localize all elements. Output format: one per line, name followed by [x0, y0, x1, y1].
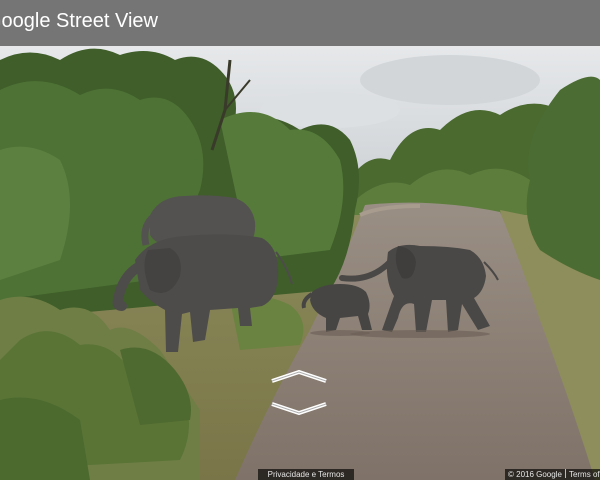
chevron-up-icon: [271, 369, 327, 383]
privacy-terms-link[interactable]: Privacidade e Termos: [258, 469, 354, 480]
footer-separator: [564, 469, 566, 478]
street-view-panorama[interactable]: [0, 46, 600, 480]
app-title: Google Street View: [0, 10, 158, 32]
forward-arrow[interactable]: [270, 369, 328, 383]
chevron-down-icon: [271, 402, 327, 416]
copyright-text: © 2016 Google: [508, 470, 562, 479]
backward-arrow[interactable]: [270, 402, 328, 416]
copyright-bar: © 2016 Google Terms of U: [505, 469, 600, 480]
title-bar: Google Street View: [0, 0, 600, 46]
terms-of-use-link[interactable]: Terms of U: [569, 469, 600, 480]
